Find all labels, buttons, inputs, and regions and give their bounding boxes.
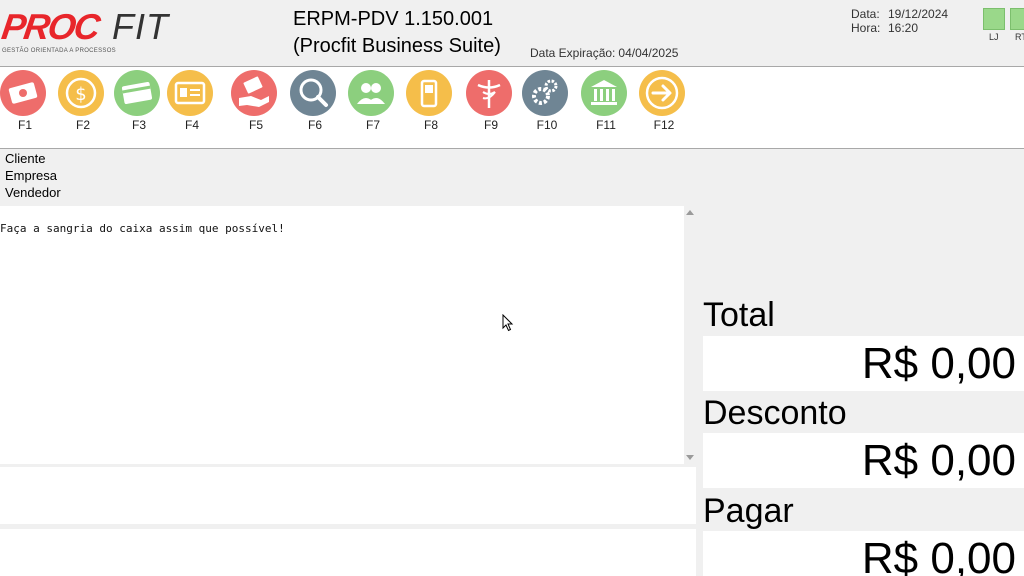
f12-button[interactable]: F12 (639, 70, 689, 136)
f8-label: F8 (423, 118, 438, 132)
expiry-date: Data Expiração: 04/04/2025 (530, 46, 678, 60)
f8-button[interactable]: F8 (406, 70, 456, 136)
cliente-label: Cliente (5, 151, 46, 166)
pdv-window: PROC FIT GESTÃO ORIENTADA A PROCESSOS ER… (0, 0, 1024, 576)
desconto-label: Desconto (703, 394, 847, 432)
status-lj-indicator (983, 8, 1005, 30)
f11-label: F11 (596, 118, 616, 132)
logo-fit-text: FIT (112, 6, 169, 47)
scroll-up-icon[interactable] (686, 210, 694, 215)
f6-button[interactable]: F6 (290, 70, 340, 136)
expiry-value: 04/04/2025 (618, 46, 679, 60)
sale-info-panel: Cliente Empresa Vendedor (5, 150, 61, 201)
procfit-logo: PROC FIT GESTÃO ORIENTADA A PROCESSOS (0, 6, 182, 58)
f7-button[interactable]: F7 (348, 70, 398, 136)
f7-label: F7 (365, 118, 380, 132)
card-icon (114, 70, 160, 116)
f6-label: F6 (307, 118, 322, 132)
f12-label: F12 (653, 118, 675, 132)
cash-icon (0, 70, 46, 116)
f10-label: F10 (536, 118, 558, 132)
svg-text:$: $ (75, 84, 86, 105)
status-rt-indicator (1010, 8, 1024, 30)
f11-button[interactable]: F11 (581, 70, 631, 136)
logo-tagline: GESTÃO ORIENTADA A PROCESSOS (2, 48, 116, 54)
pagar-label: Pagar (703, 492, 794, 530)
status-rt-label: RT (1015, 32, 1024, 42)
f9-button[interactable]: F9 (466, 70, 516, 136)
scroll-down-icon[interactable] (686, 455, 694, 460)
hand-card-icon (231, 70, 277, 116)
app-title: ERPM-PDV 1.150.001 (293, 8, 494, 30)
app-subtitle: (Procfit Business Suite) (293, 35, 501, 57)
expiry-label: Data Expiração: (530, 46, 616, 60)
empresa-label: Empresa (5, 168, 58, 183)
f5-label: F5 (248, 118, 263, 132)
f1-button[interactable]: F1 (0, 70, 50, 136)
time-value: 16:20 (888, 21, 919, 35)
message-textarea[interactable]: Faça a sangria do caixa assim que possív… (0, 206, 684, 464)
f2-button[interactable]: $ F2 (58, 70, 108, 136)
total-value-box: R$ 0,00 (703, 336, 1024, 391)
vendedor-label: Vendedor (5, 185, 61, 200)
logo-proc-text: PROC (0, 6, 101, 47)
pagar-value-box: R$ 0,00 (703, 531, 1024, 576)
mouse-cursor-icon (502, 314, 514, 332)
caduceus-icon (466, 70, 512, 116)
arrow-right-icon (639, 70, 685, 116)
total-value: R$ 0,00 (861, 339, 1016, 388)
message-text: Faça a sangria do caixa assim que possív… (0, 222, 285, 235)
search-icon (290, 70, 336, 116)
f1-label: F1 (17, 118, 32, 132)
function-key-toolbar: F1 $ F2 F3 F4 F5 F6 F7 F8 F9 F10 F11 F12 (0, 67, 1024, 149)
pagar-value: R$ 0,00 (861, 534, 1016, 576)
date-value: 19/12/2024 (888, 7, 949, 21)
f5-button[interactable]: F5 (231, 70, 281, 136)
id-card-icon (167, 70, 213, 116)
f10-button[interactable]: F10 (522, 70, 572, 136)
phone-icon (406, 70, 452, 116)
header: PROC FIT GESTÃO ORIENTADA A PROCESSOS ER… (0, 0, 1024, 67)
bank-icon (581, 70, 627, 116)
message-scrollbar[interactable] (684, 206, 696, 464)
time-display: Hora: 16:20 (851, 21, 918, 35)
f4-label: F4 (184, 118, 199, 132)
f4-button[interactable]: F4 (167, 70, 217, 136)
gears-icon (522, 70, 568, 116)
dollar-coin-icon: $ (58, 70, 104, 116)
total-label: Total (703, 296, 775, 334)
item-detail-panel (0, 529, 696, 576)
f2-label: F2 (75, 118, 90, 132)
users-icon (348, 70, 394, 116)
date-display: Data: 19/12/2024 (851, 7, 948, 21)
time-label: Hora: (851, 21, 881, 35)
desconto-value: R$ 0,00 (861, 436, 1016, 485)
item-input-panel[interactable] (0, 467, 696, 524)
status-lj-label: LJ (989, 32, 999, 42)
f3-label: F3 (131, 118, 146, 132)
f9-label: F9 (483, 118, 498, 132)
desconto-value-box: R$ 0,00 (703, 433, 1024, 488)
date-label: Data: (851, 7, 880, 21)
f3-button[interactable]: F3 (114, 70, 164, 136)
